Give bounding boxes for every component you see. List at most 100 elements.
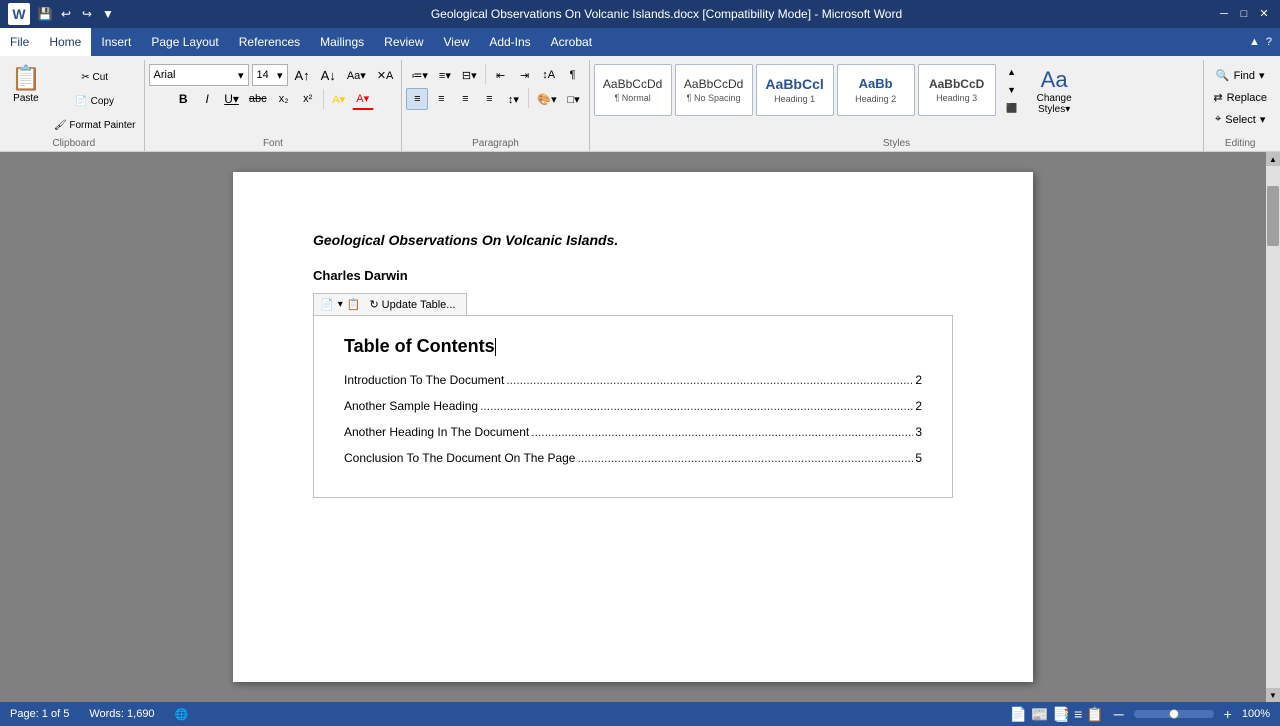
multilevel-button[interactable]: ⊟▾ bbox=[458, 64, 481, 86]
styles-label: Styles bbox=[594, 138, 1200, 151]
toc-entry-3[interactable]: Another Heading In The Document ........… bbox=[344, 425, 922, 439]
toc-entry-2-text: Another Sample Heading bbox=[344, 399, 478, 413]
select-label: Select bbox=[1225, 114, 1256, 126]
find-icon: 🔍 bbox=[1216, 69, 1230, 82]
align-left-button[interactable]: ≡ bbox=[406, 88, 428, 110]
font-color-button[interactable]: A▾ bbox=[352, 88, 374, 110]
grow-font-button[interactable]: A↑ bbox=[291, 64, 314, 86]
style-heading2-label: Heading 2 bbox=[855, 94, 896, 104]
menu-insert[interactable]: Insert bbox=[91, 28, 141, 56]
numbering-button[interactable]: ≡▾ bbox=[434, 64, 456, 86]
help-btn[interactable]: ? bbox=[1266, 36, 1272, 48]
ribbon-minimize-btn[interactable]: ▲ bbox=[1249, 36, 1260, 48]
strikethrough-button[interactable]: abc bbox=[245, 88, 271, 110]
toc-box[interactable]: Table of Contents Introduction To The Do… bbox=[313, 315, 953, 498]
shading-button[interactable]: 🎨▾ bbox=[533, 88, 560, 110]
change-case-button[interactable]: Aa▾ bbox=[343, 64, 370, 86]
style-heading1[interactable]: AaBbCcl Heading 1 bbox=[756, 64, 834, 116]
update-table-button[interactable]: ↻ Update Table... bbox=[364, 296, 460, 313]
styles-scroll-down[interactable]: ▼ bbox=[1001, 82, 1023, 98]
font-separator bbox=[323, 89, 324, 109]
style-no-spacing[interactable]: AaBbCcDd ¶ No Spacing bbox=[675, 64, 753, 116]
para-sep1 bbox=[485, 64, 486, 84]
superscript-button[interactable]: x² bbox=[297, 88, 319, 110]
menu-addins[interactable]: Add-Ins bbox=[479, 28, 540, 56]
align-right-button[interactable]: ≡ bbox=[454, 88, 476, 110]
save-quick-btn[interactable]: 💾 bbox=[36, 5, 54, 23]
decrease-indent-button[interactable]: ⇤ bbox=[490, 64, 512, 86]
italic-button[interactable]: I bbox=[196, 88, 218, 110]
increase-indent-button[interactable]: ⇥ bbox=[514, 64, 536, 86]
clear-format-button[interactable]: ✕A bbox=[373, 64, 398, 86]
find-button[interactable]: 🔍 Find ▾ bbox=[1211, 66, 1270, 85]
menu-acrobat[interactable]: Acrobat bbox=[541, 28, 602, 56]
ribbon: 📋 Paste ✂ Cut 📄 Copy 🖌 Format Painter Cl… bbox=[0, 56, 1280, 152]
menu-file[interactable]: File bbox=[0, 28, 39, 56]
sort-button[interactable]: ↕A bbox=[538, 64, 560, 86]
style-heading3[interactable]: AaBbCcD Heading 3 bbox=[918, 64, 996, 116]
select-button[interactable]: ⌖ Select ▾ bbox=[1210, 110, 1270, 129]
editing-section: 🔍 Find ▾ ⇄ Replace ⌖ Select ▾ Editing bbox=[1204, 60, 1276, 151]
toc-entry-2[interactable]: Another Sample Heading .................… bbox=[344, 399, 922, 413]
toc-entry-3-text: Another Heading In The Document bbox=[344, 425, 529, 439]
styles-expand[interactable]: ⬛ bbox=[1001, 100, 1023, 116]
bold-button[interactable]: B bbox=[172, 88, 194, 110]
format-painter-button[interactable]: 🖌 Format Painter bbox=[50, 114, 140, 136]
show-pilcrow-button[interactable]: ¶ bbox=[562, 64, 584, 86]
menu-review[interactable]: Review bbox=[374, 28, 433, 56]
style-heading2[interactable]: AaBb Heading 2 bbox=[837, 64, 915, 116]
maximize-btn[interactable]: □ bbox=[1236, 7, 1252, 21]
menu-view[interactable]: View bbox=[434, 28, 480, 56]
justify-button[interactable]: ≡ bbox=[478, 88, 500, 110]
menu-mailings[interactable]: Mailings bbox=[310, 28, 374, 56]
style-heading1-label: Heading 1 bbox=[774, 94, 815, 104]
toc-dropdown-arrow[interactable]: ▾ bbox=[338, 299, 343, 310]
toc-entry-2-page: 2 bbox=[915, 399, 922, 413]
scroll-up-btn[interactable]: ▲ bbox=[1266, 152, 1280, 166]
style-normal[interactable]: AaBbCcDd ¶ Normal bbox=[594, 64, 672, 116]
font-name-arrow: ▾ bbox=[238, 69, 244, 82]
zoom-slider[interactable] bbox=[1134, 710, 1214, 718]
find-label: Find bbox=[1234, 70, 1255, 82]
undo-quick-btn[interactable]: ↩ bbox=[57, 5, 75, 23]
language-icon[interactable]: 🌐 bbox=[175, 708, 189, 721]
font-size-value: 14 bbox=[257, 69, 269, 81]
redo-quick-btn[interactable]: ↪ bbox=[78, 5, 96, 23]
style-no-spacing-preview: AaBbCcDd bbox=[684, 77, 743, 91]
cut-button[interactable]: ✂ Cut bbox=[50, 66, 140, 88]
document-page[interactable]: Geological Observations On Volcanic Isla… bbox=[233, 172, 1033, 682]
title-bar: W 💾 ↩ ↪ ▼ Geological Observations On Vol… bbox=[0, 0, 1280, 28]
scroll-thumb[interactable] bbox=[1267, 186, 1279, 246]
change-styles-button[interactable]: Aa ChangeStyles▾ bbox=[1030, 64, 1079, 118]
font-size-dropdown[interactable]: 14 ▾ bbox=[252, 64, 288, 86]
zoom-level: 100% bbox=[1242, 708, 1270, 720]
menu-page-layout[interactable]: Page Layout bbox=[141, 28, 228, 56]
style-normal-label: ¶ Normal bbox=[614, 93, 650, 103]
minimize-btn[interactable]: ─ bbox=[1216, 7, 1232, 21]
zoom-thumb bbox=[1169, 709, 1179, 719]
underline-button[interactable]: U▾ bbox=[220, 88, 243, 110]
toc-entry-4[interactable]: Conclusion To The Document On The Page .… bbox=[344, 451, 922, 465]
align-center-button[interactable]: ≡ bbox=[430, 88, 452, 110]
menu-references[interactable]: References bbox=[229, 28, 310, 56]
toc-entry-1-page: 2 bbox=[915, 373, 922, 387]
borders-button[interactable]: □▾ bbox=[563, 88, 585, 110]
paste-icon: 📋 bbox=[11, 67, 41, 91]
copy-button[interactable]: 📄 Copy bbox=[50, 90, 140, 112]
menu-home[interactable]: Home bbox=[39, 28, 91, 56]
quick-access-dropdown[interactable]: ▼ bbox=[99, 5, 117, 23]
paragraph-label: Paragraph bbox=[406, 138, 584, 151]
vertical-scrollbar[interactable]: ▲ ▼ bbox=[1266, 152, 1280, 702]
paste-button[interactable]: 📋 Paste bbox=[8, 64, 44, 107]
highlight-button[interactable]: A▾ bbox=[328, 88, 350, 110]
font-name-dropdown[interactable]: Arial ▾ bbox=[149, 64, 249, 86]
subscript-button[interactable]: x₂ bbox=[273, 88, 295, 110]
bullets-button[interactable]: ≔▾ bbox=[407, 64, 432, 86]
toc-entry-1[interactable]: Introduction To The Document ...........… bbox=[344, 373, 922, 387]
close-btn[interactable]: ✕ bbox=[1256, 7, 1272, 21]
replace-button[interactable]: ⇄ Replace bbox=[1208, 88, 1272, 107]
styles-scroll-up[interactable]: ▲ bbox=[1001, 64, 1023, 80]
shrink-font-button[interactable]: A↓ bbox=[317, 64, 340, 86]
line-spacing-button[interactable]: ↕▾ bbox=[502, 88, 524, 110]
scroll-down-btn[interactable]: ▼ bbox=[1266, 688, 1280, 702]
